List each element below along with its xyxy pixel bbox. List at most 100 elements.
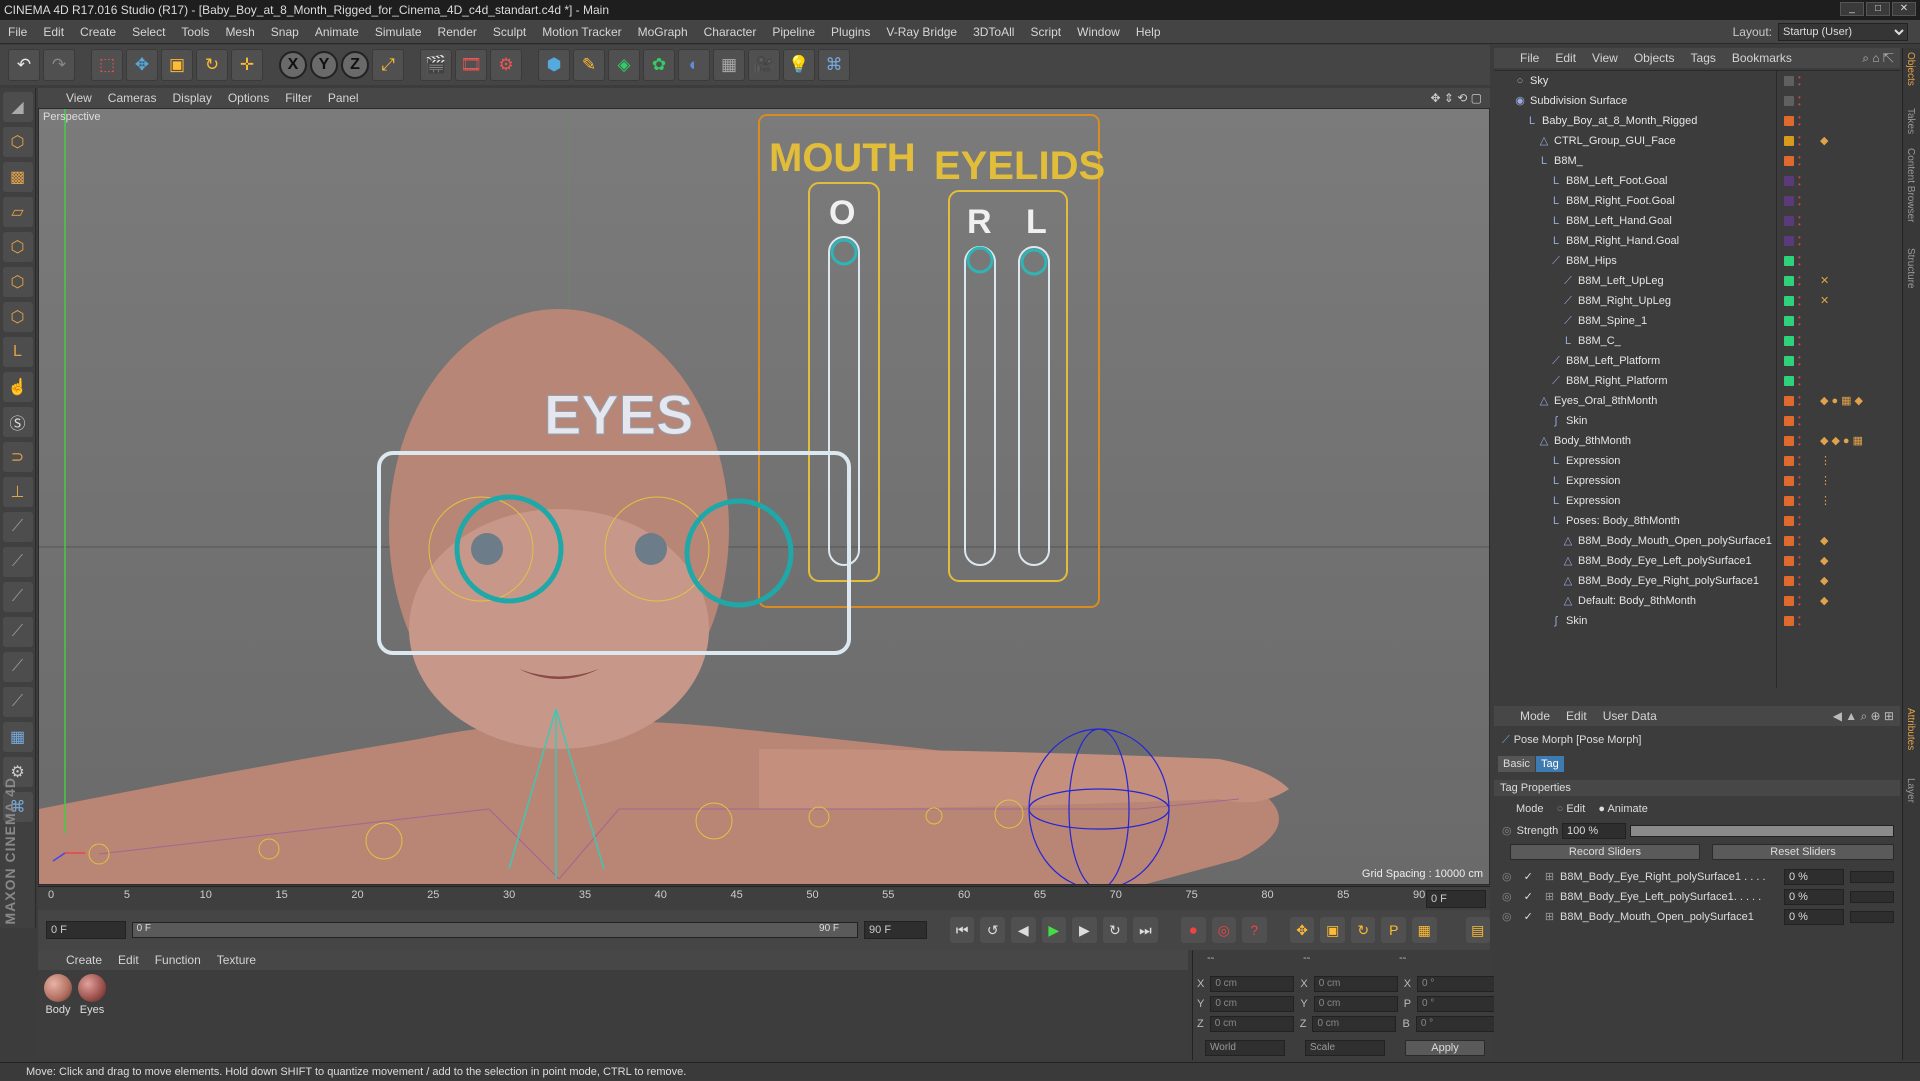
material-menu-texture[interactable]: Texture — [209, 953, 264, 967]
make-editable-icon[interactable]: ◢ — [2, 92, 33, 122]
pose-value-slider[interactable] — [1850, 911, 1894, 923]
minimize-icon[interactable]: _ — [1840, 2, 1864, 16]
tab-attributes[interactable]: Attributes — [1905, 708, 1916, 750]
object-row[interactable]: △ Eyes_Oral_8thMonth • • ◆●▦◆ — [1494, 391, 1900, 411]
mode-animate-radio[interactable]: ● — [1598, 803, 1605, 815]
pose-value-field[interactable]: 0 % — [1784, 889, 1844, 905]
visibility-dots[interactable]: • • — [1798, 194, 1804, 209]
attributes-menu-mode[interactable]: Mode — [1512, 709, 1558, 723]
menu-motion-tracker[interactable]: Motion Tracker — [534, 25, 629, 39]
viewport-menu-view[interactable]: View — [58, 91, 100, 105]
layer-color-swatch[interactable] — [1784, 376, 1794, 386]
tab-basic[interactable]: Basic — [1498, 756, 1535, 772]
visibility-dots[interactable]: • • — [1798, 534, 1804, 549]
layer-color-swatch[interactable] — [1784, 396, 1794, 406]
coordinate-system-icon[interactable]: ⤢ — [372, 49, 404, 81]
material-eyes[interactable]: Eyes — [76, 974, 108, 1016]
objects-search-icon[interactable]: ⌕ ⌂ ⇱ — [1862, 51, 1894, 66]
viewport-menu-panel[interactable]: Panel — [320, 91, 367, 105]
object-row[interactable]: L B8M_Left_Hand.Goal • • — [1494, 211, 1900, 231]
attributes-nav-icons[interactable]: ◀ ▲ ⌕ ⊕ ⊞ — [1833, 709, 1894, 724]
position-y-field[interactable]: 0 cm — [1210, 996, 1295, 1012]
bind-icon[interactable]: ⟋ — [2, 582, 33, 612]
objects-menu-bookmarks[interactable]: Bookmarks — [1724, 51, 1800, 65]
pose-value-field[interactable]: 0 % — [1784, 869, 1844, 885]
pose-value-slider[interactable] — [1850, 891, 1894, 903]
pose-value-field[interactable]: 0 % — [1784, 909, 1844, 925]
size-x-field[interactable]: 0 cm — [1313, 976, 1398, 992]
layer-color-swatch[interactable] — [1784, 256, 1794, 266]
layer-color-swatch[interactable] — [1784, 476, 1794, 486]
layer-color-swatch[interactable] — [1784, 516, 1794, 526]
coordinate-space-select[interactable]: World — [1205, 1040, 1285, 1056]
next-frame-icon[interactable]: ▶ — [1072, 917, 1097, 943]
object-tags[interactable]: ⋮ — [1820, 451, 1834, 471]
visibility-dots[interactable]: • • — [1798, 94, 1804, 109]
menu-vray-bridge[interactable]: V-Ray Bridge — [878, 25, 965, 39]
grid-snap-icon[interactable]: ▦ — [2, 722, 33, 752]
mirror-joint-icon[interactable]: ⟋ — [2, 652, 33, 682]
visibility-dots[interactable]: • • — [1798, 134, 1804, 149]
polygons-mode-icon[interactable]: ⬡ — [2, 302, 33, 332]
object-row[interactable]: ʃ Skin • • — [1494, 411, 1900, 431]
object-tags[interactable]: ◆●▦◆ — [1820, 391, 1866, 411]
menu-render[interactable]: Render — [430, 25, 485, 39]
object-row[interactable]: L Poses: Body_8thMonth • • — [1494, 511, 1900, 531]
visibility-dots[interactable]: • • — [1798, 314, 1804, 329]
workplane-axis-icon[interactable]: ⊥ — [2, 477, 33, 507]
visibility-dots[interactable]: • • — [1798, 454, 1804, 469]
objects-menu-file[interactable]: File — [1512, 51, 1547, 65]
render-settings-icon[interactable]: ⚙ — [490, 49, 522, 81]
object-row[interactable]: △ B8M_Body_Mouth_Open_polySurface1 • • ◆ — [1494, 531, 1900, 551]
y-axis-lock-icon[interactable]: Y — [310, 51, 338, 79]
array-icon[interactable]: ✿ — [643, 49, 675, 81]
model-mode-icon[interactable]: ⬡ — [2, 127, 33, 157]
tab-tag[interactable]: Tag — [1536, 756, 1564, 772]
visibility-dots[interactable]: • • — [1798, 354, 1804, 369]
objects-menu-tags[interactable]: Tags — [1683, 51, 1724, 65]
pose-animate-icon[interactable]: ◎ — [1502, 891, 1512, 903]
rotation-b-field[interactable]: 0 ° — [1415, 1016, 1500, 1032]
key-position-icon[interactable]: ✥ — [1289, 917, 1315, 943]
layer-color-swatch[interactable] — [1784, 236, 1794, 246]
subdivision-icon[interactable]: ◈ — [608, 49, 640, 81]
position-x-field[interactable]: 0 cm — [1210, 976, 1295, 992]
solo-mode-icon[interactable]: Ⓢ — [2, 407, 33, 437]
layer-color-swatch[interactable] — [1784, 576, 1794, 586]
menu-file[interactable]: File — [0, 25, 35, 39]
object-row[interactable]: ʃ Skin • • — [1494, 611, 1900, 631]
object-row[interactable]: L B8M_ • • — [1494, 151, 1900, 171]
strength-animate-icon[interactable]: ◎ — [1502, 825, 1512, 837]
floor-icon[interactable]: ▦ — [713, 49, 745, 81]
object-tags[interactable]: ◆ — [1820, 131, 1831, 151]
tab-layer[interactable]: Layer — [1905, 778, 1916, 803]
autokeying-icon[interactable]: ◎ — [1211, 917, 1237, 943]
render-picture-viewer-icon[interactable]: 🎞 — [455, 49, 487, 81]
visibility-dots[interactable]: • • — [1798, 174, 1804, 189]
pose-expand-icon[interactable]: ⊞ — [1545, 891, 1554, 903]
layer-color-swatch[interactable] — [1784, 156, 1794, 166]
maximize-icon[interactable]: □ — [1866, 2, 1890, 16]
strength-slider[interactable] — [1630, 825, 1894, 837]
undo-icon[interactable]: ↶ — [8, 49, 40, 81]
pose-slider-row[interactable]: ◎ ✓ ⊞ B8M_Body_Mouth_Open_polySurface1 0 % — [1502, 908, 1894, 926]
visibility-dots[interactable]: • • — [1798, 574, 1804, 589]
layer-color-swatch[interactable] — [1784, 276, 1794, 286]
close-icon[interactable]: ✕ — [1892, 2, 1916, 16]
material-body[interactable]: Body — [42, 974, 74, 1016]
size-y-field[interactable]: 0 cm — [1313, 996, 1398, 1012]
tab-takes[interactable]: Takes — [1905, 108, 1916, 134]
layer-color-swatch[interactable] — [1784, 456, 1794, 466]
layer-color-swatch[interactable] — [1784, 536, 1794, 546]
menu-animate[interactable]: Animate — [307, 25, 367, 39]
object-row[interactable]: △ B8M_Body_Eye_Right_polySurface1 • • ◆ — [1494, 571, 1900, 591]
rotation-h-field[interactable]: 0 ° — [1417, 976, 1502, 992]
rotation-p-field[interactable]: 0 ° — [1417, 996, 1502, 1012]
pose-enable-checkbox[interactable]: ✓ — [1524, 891, 1533, 903]
visibility-dots[interactable]: • • — [1798, 514, 1804, 529]
pose-value-slider[interactable] — [1850, 871, 1894, 883]
visibility-dots[interactable]: • • — [1798, 154, 1804, 169]
menu-select[interactable]: Select — [124, 25, 173, 39]
menu-mesh[interactable]: Mesh — [217, 25, 262, 39]
layer-color-swatch[interactable] — [1784, 176, 1794, 186]
